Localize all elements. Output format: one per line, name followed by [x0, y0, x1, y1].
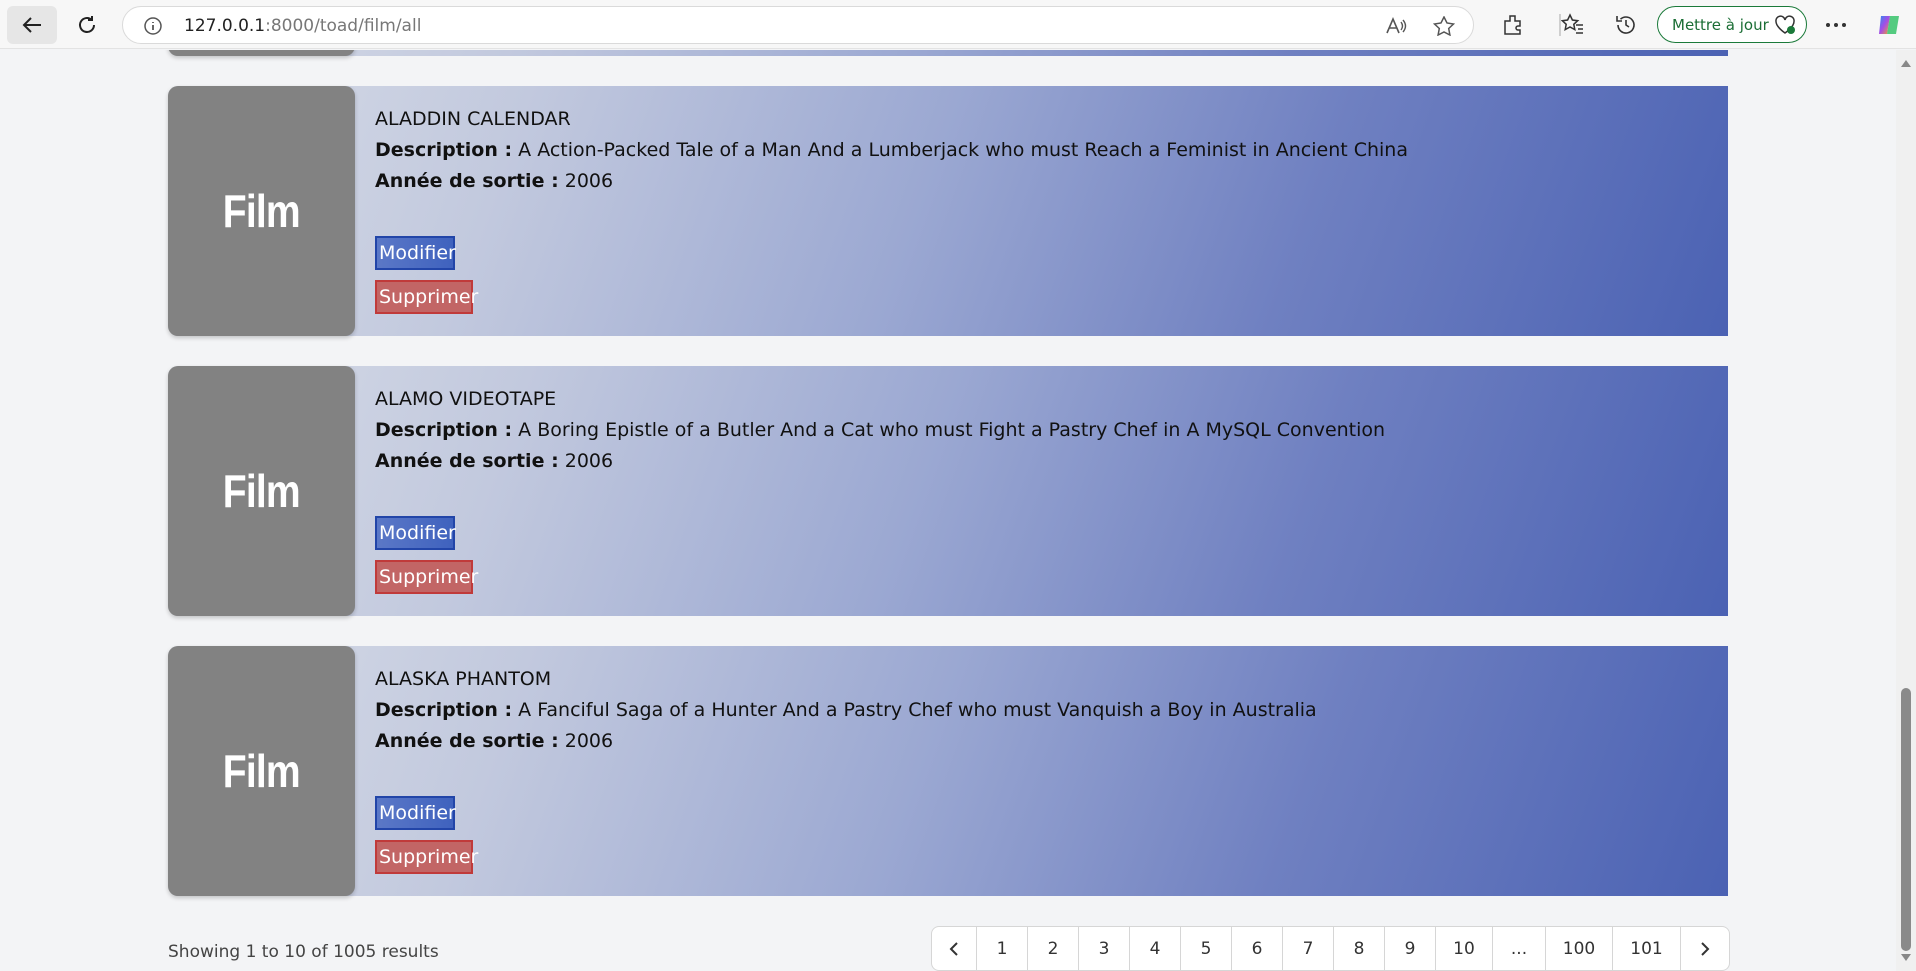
reload-icon — [79, 16, 95, 33]
url-path: :8000/toad/film/all — [265, 16, 422, 36]
update-label: Mettre à jour — [1672, 15, 1769, 34]
next-page-button[interactable] — [1681, 927, 1729, 970]
copilot-icon[interactable] — [1876, 12, 1902, 38]
year-value: 2006 — [564, 170, 614, 192]
year-value: 2006 — [564, 450, 614, 472]
reload-button[interactable] — [62, 6, 112, 44]
film-thumbnail: Film — [168, 366, 355, 616]
page-button-10[interactable]: 10 — [1436, 927, 1493, 970]
film-description: Description : A Action-Packed Tale of a … — [375, 139, 1408, 161]
film-thumbnail-label: Film — [223, 745, 301, 797]
more-menu-icon[interactable] — [1823, 12, 1849, 38]
description-value: A Boring Epistle of a Butler And a Cat w… — [518, 419, 1386, 441]
film-year: Année de sortie : 2006 — [375, 450, 1385, 472]
edit-button[interactable]: Modifier — [375, 796, 456, 830]
page-button-1[interactable]: 1 — [977, 927, 1028, 970]
film-thumbnail-partial — [168, 50, 355, 56]
film-card: Film ALADDIN CALENDAR Description : A Ac… — [168, 86, 1728, 336]
page-button-100[interactable]: 100 — [1546, 927, 1613, 970]
page-button-6[interactable]: 6 — [1232, 927, 1283, 970]
description-label: Description : — [375, 699, 513, 721]
results-summary: Showing 1 to 10 of 1005 results — [168, 942, 439, 962]
chevron-left-icon — [949, 941, 958, 956]
chevron-right-icon — [1701, 941, 1710, 956]
page-button-3[interactable]: 3 — [1079, 927, 1130, 970]
page-viewport: Film ALADDIN CALENDAR Description : A Ac… — [0, 50, 1896, 971]
description-value: A Action-Packed Tale of a Man And a Lumb… — [518, 139, 1408, 161]
film-title: ALAMO VIDEOTAPE — [375, 388, 557, 410]
scroll-up-arrow-icon[interactable] — [1901, 60, 1911, 67]
film-info: ALASKA PHANTOM Description : A Fanciful … — [375, 668, 1317, 752]
edit-button[interactable]: Modifier — [375, 236, 456, 270]
description-label: Description : — [375, 139, 513, 161]
film-title: ALADDIN CALENDAR — [375, 108, 571, 130]
browser-toolbar: 127.0.0.1:8000/toad/film/all Mettre à jo… — [0, 0, 1916, 49]
film-thumbnail: Film — [168, 86, 355, 336]
vertical-scrollbar[interactable] — [1896, 50, 1916, 971]
favorite-star-icon[interactable] — [1433, 16, 1455, 36]
scroll-down-arrow-icon[interactable] — [1901, 954, 1911, 961]
page-button-7[interactable]: 7 — [1283, 927, 1334, 970]
history-icon[interactable] — [1613, 12, 1639, 38]
film-year: Année de sortie : 2006 — [375, 170, 1408, 192]
url-text: 127.0.0.1:8000/toad/film/all — [184, 16, 421, 36]
film-description: Description : A Boring Epistle of a Butl… — [375, 419, 1385, 441]
film-year: Année de sortie : 2006 — [375, 730, 1317, 752]
page-button-5[interactable]: 5 — [1181, 927, 1232, 970]
prev-page-button[interactable] — [932, 927, 977, 970]
film-card: Film ALASKA PHANTOM Description : A Fanc… — [168, 646, 1728, 896]
film-card: Film ALAMO VIDEOTAPE Description : A Bor… — [168, 366, 1728, 616]
favorites-icon[interactable] — [1560, 12, 1586, 38]
film-thumbnail: Film — [168, 646, 355, 896]
year-label: Année de sortie : — [375, 730, 559, 752]
page-ellipsis: ... — [1493, 927, 1546, 970]
film-info: ALADDIN CALENDAR Description : A Action-… — [375, 108, 1408, 192]
year-label: Année de sortie : — [375, 170, 559, 192]
film-info: ALAMO VIDEOTAPE Description : A Boring E… — [375, 388, 1385, 472]
film-thumbnail-label: Film — [223, 465, 301, 517]
edit-button[interactable]: Modifier — [375, 516, 456, 550]
page-button-9[interactable]: 9 — [1385, 927, 1436, 970]
film-thumbnail-label: Film — [223, 185, 301, 237]
film-description: Description : A Fanciful Saga of a Hunte… — [375, 699, 1317, 721]
url-host: 127.0.0.1 — [184, 16, 266, 36]
update-button[interactable]: Mettre à jour — [1657, 6, 1807, 43]
year-value: 2006 — [564, 730, 614, 752]
page-button-8[interactable]: 8 — [1334, 927, 1385, 970]
description-label: Description : — [375, 419, 513, 441]
film-title: ALASKA PHANTOM — [375, 668, 552, 690]
delete-button[interactable]: Supprimer — [375, 280, 478, 314]
delete-button[interactable]: Supprimer — [375, 840, 478, 874]
read-aloud-icon[interactable] — [1385, 16, 1407, 36]
film-card-partial — [168, 50, 1728, 56]
page-button-2[interactable]: 2 — [1028, 927, 1079, 970]
back-button[interactable] — [7, 6, 57, 44]
description-value: A Fanciful Saga of a Hunter And a Pastry… — [518, 699, 1317, 721]
year-label: Année de sortie : — [375, 450, 559, 472]
scrollbar-thumb[interactable] — [1901, 688, 1911, 951]
arrow-left-icon — [22, 17, 41, 33]
heart-pulse-icon — [1775, 15, 1795, 34]
address-bar[interactable]: 127.0.0.1:8000/toad/film/all — [122, 6, 1474, 44]
delete-button[interactable]: Supprimer — [375, 560, 478, 594]
page-button-101[interactable]: 101 — [1613, 927, 1681, 970]
extensions-icon[interactable] — [1500, 12, 1526, 38]
page-button-4[interactable]: 4 — [1130, 927, 1181, 970]
pagination: 1 2 3 4 5 6 7 8 9 10 ... 100 101 — [931, 926, 1730, 971]
info-icon — [144, 17, 162, 35]
